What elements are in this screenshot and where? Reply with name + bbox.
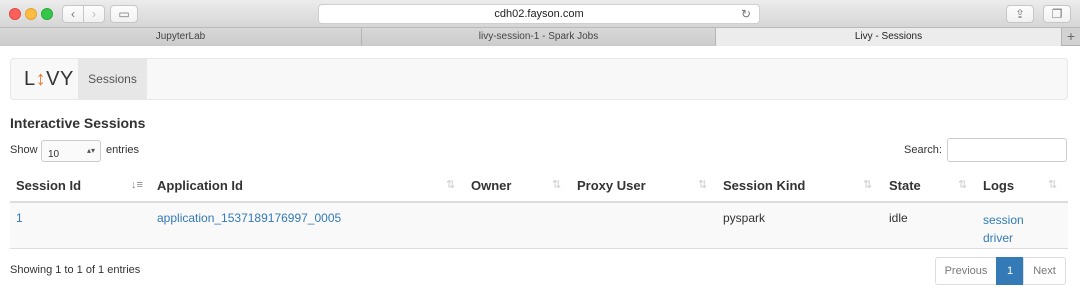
tab-spark-jobs[interactable]: livy-session-1 - Spark Jobs [362, 28, 716, 46]
chevron-left-icon: ‹ [71, 7, 75, 21]
livy-navbar: L↕VY Sessions [10, 58, 1068, 100]
previous-page-button[interactable]: Previous [935, 257, 997, 285]
table-header: Session Id ↓≡ Application Id ⇅ Owner ⇅ P… [10, 170, 1068, 203]
cell-logs: session driver [983, 211, 1024, 247]
show-label: Show [10, 144, 38, 156]
sort-icon[interactable]: ⇅ [863, 170, 872, 201]
chevron-updown-icon: ▴▾ [86, 146, 95, 155]
browser-titlebar: ‹ › ▭ cdh02.fayson.com ↻ ⇪ ❐ [0, 0, 1080, 28]
sort-icon[interactable]: ⇅ [552, 170, 561, 201]
show-tabs-button[interactable]: ❐ [1043, 5, 1071, 23]
page-title: Interactive Sessions [10, 115, 146, 131]
tab-label: Livy - Sessions [854, 31, 923, 42]
chevron-right-icon: › [92, 7, 96, 21]
entries-select-value: 10 [48, 149, 60, 160]
search-input[interactable] [947, 138, 1067, 162]
column-header-application-id[interactable]: Application Id [157, 170, 243, 201]
sidebar-toggle-button[interactable]: ▭ [110, 5, 138, 23]
pagination: Previous 1 Next [935, 257, 1066, 285]
forward-button[interactable]: › [83, 5, 105, 23]
cell-session-id: 1 [16, 211, 23, 225]
tab-jupyterlab[interactable]: JupyterLab [0, 28, 362, 46]
cell-session-kind: pyspark [723, 211, 766, 225]
search-label: Search: [904, 144, 942, 156]
reload-icon[interactable]: ↻ [741, 5, 751, 23]
entries-label: entries [106, 144, 140, 156]
column-header-state[interactable]: State [889, 170, 921, 201]
table-row: 1 application_1537189176997_0005 pyspark… [10, 203, 1068, 249]
column-header-session-kind[interactable]: Session Kind [723, 170, 805, 201]
driver-log-link[interactable]: driver [983, 229, 1024, 247]
application-id-link[interactable]: application_1537189176997_0005 [157, 211, 341, 225]
tab-label: livy-session-1 - Spark Jobs [478, 31, 599, 42]
page-1-button[interactable]: 1 [996, 257, 1024, 285]
session-log-link[interactable]: session [983, 211, 1024, 229]
zoom-window-button[interactable] [41, 8, 53, 20]
livy-logo[interactable]: L↕VY [24, 68, 74, 91]
tab-livy-sessions[interactable]: Livy - Sessions [716, 28, 1062, 46]
sort-icon[interactable]: ⇅ [446, 170, 455, 201]
back-button[interactable]: ‹ [62, 5, 84, 23]
close-window-button[interactable] [9, 8, 21, 20]
tab-strip: JupyterLab livy-session-1 - Spark Jobs L… [0, 28, 1080, 46]
column-header-proxy-user[interactable]: Proxy User [577, 170, 646, 201]
share-icon: ⇪ [1014, 7, 1026, 21]
address-bar[interactable]: cdh02.fayson.com ↻ [318, 4, 760, 24]
new-tab-button[interactable]: + [1062, 28, 1080, 46]
sort-icon[interactable]: ⇅ [698, 170, 707, 201]
logo-text: L [24, 68, 36, 90]
next-page-button[interactable]: Next [1023, 257, 1066, 285]
column-header-session-id[interactable]: Session Id [16, 170, 81, 201]
cell-state: idle [889, 211, 908, 225]
tab-label: JupyterLab [155, 31, 206, 42]
sort-icon[interactable]: ⇅ [1048, 170, 1057, 201]
entries-select[interactable]: 10 ▴▾ [41, 140, 101, 162]
minimize-window-button[interactable] [25, 8, 37, 20]
table-info: Showing 1 to 1 of 1 entries [10, 264, 141, 276]
session-id-link[interactable]: 1 [16, 211, 23, 225]
cell-application-id: application_1537189176997_0005 [157, 211, 341, 225]
sort-icon[interactable]: ⇅ [958, 170, 967, 201]
sidebar-icon: ▭ [118, 7, 130, 21]
logo-arrows-icon: ↕ [35, 68, 47, 90]
sort-desc-icon[interactable]: ↓≡ [131, 170, 143, 201]
url-text: cdh02.fayson.com [494, 8, 584, 20]
plus-icon: + [1066, 28, 1076, 44]
column-header-logs[interactable]: Logs [983, 170, 1014, 201]
column-header-owner[interactable]: Owner [471, 170, 511, 201]
logo-text: VY [46, 68, 74, 90]
nav-item-sessions[interactable]: Sessions [78, 59, 147, 99]
tabs-icon: ❐ [1051, 7, 1063, 21]
share-button[interactable]: ⇪ [1006, 5, 1034, 23]
